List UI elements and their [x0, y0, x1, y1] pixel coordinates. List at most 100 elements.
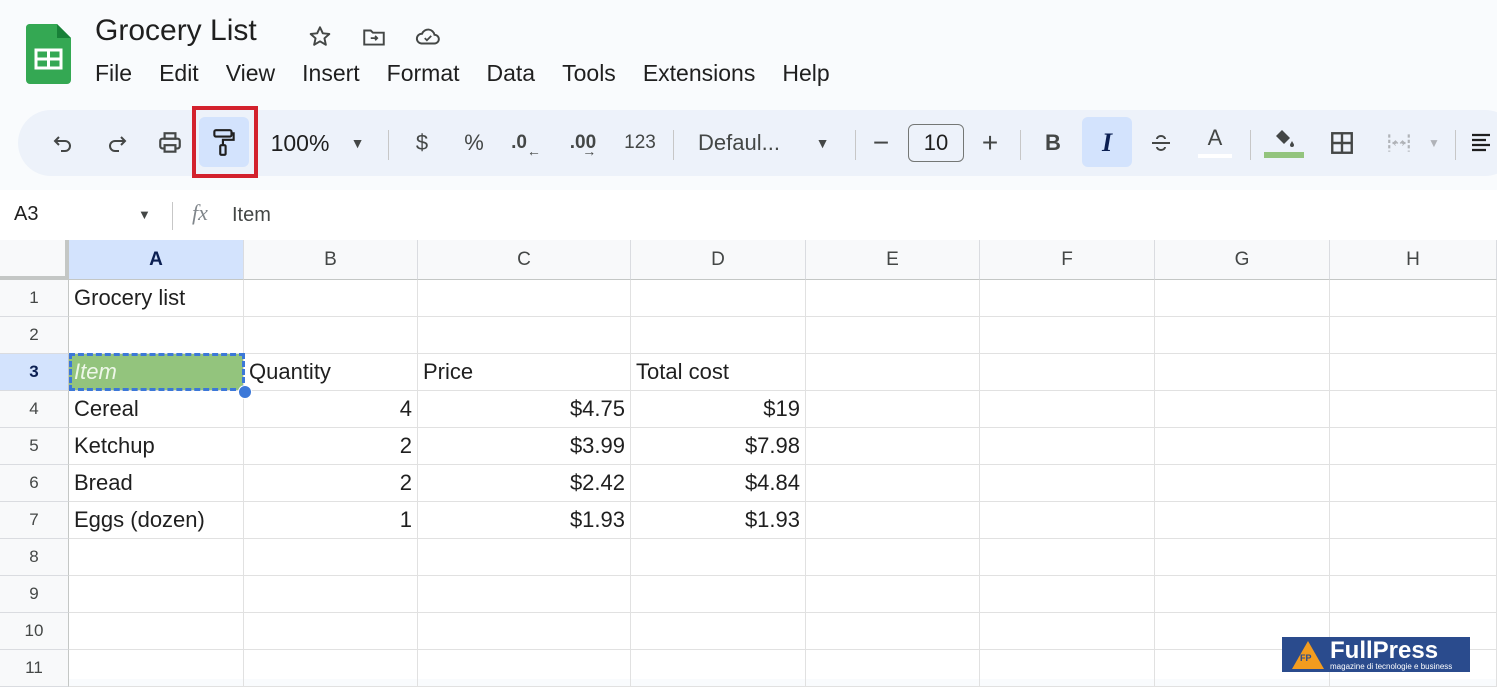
cell-d4[interactable]: $19: [631, 391, 806, 428]
cell-d1[interactable]: [631, 280, 806, 317]
cell-a6[interactable]: Bread: [69, 465, 244, 502]
cell-b3[interactable]: Quantity: [244, 354, 418, 391]
cell-d7[interactable]: $1.93: [631, 502, 806, 539]
cell-h5[interactable]: [1330, 428, 1497, 465]
column-header-h[interactable]: H: [1330, 240, 1497, 280]
cell-a8[interactable]: [69, 539, 244, 576]
menu-extensions[interactable]: Extensions: [643, 60, 756, 87]
cell-f8[interactable]: [980, 539, 1155, 576]
row-header-4[interactable]: 4: [0, 391, 69, 428]
cell-c8[interactable]: [418, 539, 631, 576]
cloud-saved-icon[interactable]: [411, 20, 445, 54]
row-header-1[interactable]: 1: [0, 280, 69, 317]
cell-g5[interactable]: [1155, 428, 1330, 465]
row-header-3[interactable]: 3: [0, 354, 69, 391]
percent-button[interactable]: %: [460, 110, 488, 176]
formula-input[interactable]: Item: [232, 204, 271, 227]
name-box[interactable]: A3: [14, 203, 38, 226]
cell-d8[interactable]: [631, 539, 806, 576]
cell-f2[interactable]: [980, 317, 1155, 354]
row-header-7[interactable]: 7: [0, 502, 69, 539]
cell-d11[interactable]: [631, 650, 806, 687]
menu-file[interactable]: File: [95, 60, 132, 87]
cell-g8[interactable]: [1155, 539, 1330, 576]
cell-f9[interactable]: [980, 576, 1155, 613]
cell-c6[interactable]: $2.42: [418, 465, 631, 502]
row-header-10[interactable]: 10: [0, 613, 69, 650]
font-dropdown-icon[interactable]: ▼: [810, 110, 835, 176]
text-color-button[interactable]: A: [1198, 108, 1232, 174]
cell-e8[interactable]: [806, 539, 980, 576]
cell-b11[interactable]: [244, 650, 418, 687]
cell-c11[interactable]: [418, 650, 631, 687]
fill-handle[interactable]: [238, 385, 252, 399]
cell-a7[interactable]: Eggs (dozen): [69, 502, 244, 539]
cell-a5[interactable]: Ketchup: [69, 428, 244, 465]
row-header-11[interactable]: 11: [0, 650, 69, 687]
cell-d2[interactable]: [631, 317, 806, 354]
cell-a11[interactable]: [69, 650, 244, 687]
font-family-select[interactable]: Defaul...: [698, 110, 798, 176]
zoom-dropdown-icon[interactable]: ▼: [345, 110, 370, 176]
cell-a10[interactable]: [69, 613, 244, 650]
cell-e11[interactable]: [806, 650, 980, 687]
cell-h3[interactable]: [1330, 354, 1497, 391]
cell-f4[interactable]: [980, 391, 1155, 428]
document-title[interactable]: Grocery List: [95, 14, 257, 48]
cell-a1[interactable]: Grocery list: [69, 280, 244, 317]
cell-f5[interactable]: [980, 428, 1155, 465]
row-header-6[interactable]: 6: [0, 465, 69, 502]
fill-color-button[interactable]: [1264, 110, 1304, 176]
cell-d3[interactable]: Total cost: [631, 354, 806, 391]
cell-h1[interactable]: [1330, 280, 1497, 317]
cell-a3[interactable]: Item: [69, 354, 244, 391]
row-header-8[interactable]: 8: [0, 539, 69, 576]
row-header-5[interactable]: 5: [0, 428, 69, 465]
cell-h8[interactable]: [1330, 539, 1497, 576]
cell-c5[interactable]: $3.99: [418, 428, 631, 465]
cell-e6[interactable]: [806, 465, 980, 502]
undo-button[interactable]: [48, 110, 78, 176]
cell-b8[interactable]: [244, 539, 418, 576]
cell-g7[interactable]: [1155, 502, 1330, 539]
decrease-font-size-button[interactable]: −: [868, 110, 894, 176]
cell-f1[interactable]: [980, 280, 1155, 317]
select-all-corner[interactable]: [0, 240, 69, 280]
merge-cells-button[interactable]: [1383, 110, 1415, 176]
cell-g4[interactable]: [1155, 391, 1330, 428]
cell-c4[interactable]: $4.75: [418, 391, 631, 428]
align-button[interactable]: [1466, 110, 1496, 176]
increase-font-size-button[interactable]: +: [977, 110, 1003, 176]
strikethrough-button[interactable]: [1146, 110, 1176, 176]
cell-h2[interactable]: [1330, 317, 1497, 354]
cell-h7[interactable]: [1330, 502, 1497, 539]
bold-button[interactable]: B: [1040, 110, 1066, 176]
italic-button[interactable]: I: [1094, 110, 1120, 176]
cell-a2[interactable]: [69, 317, 244, 354]
sheets-logo-icon[interactable]: [26, 24, 71, 84]
column-header-d[interactable]: D: [631, 240, 806, 280]
column-header-a[interactable]: A: [69, 240, 244, 280]
column-header-f[interactable]: F: [980, 240, 1155, 280]
cell-d5[interactable]: $7.98: [631, 428, 806, 465]
cell-e9[interactable]: [806, 576, 980, 613]
cell-c7[interactable]: $1.93: [418, 502, 631, 539]
redo-button[interactable]: [102, 110, 132, 176]
cell-d9[interactable]: [631, 576, 806, 613]
cell-d10[interactable]: [631, 613, 806, 650]
cell-h6[interactable]: [1330, 465, 1497, 502]
cell-g6[interactable]: [1155, 465, 1330, 502]
cell-b10[interactable]: [244, 613, 418, 650]
column-header-e[interactable]: E: [806, 240, 980, 280]
cell-g9[interactable]: [1155, 576, 1330, 613]
cell-c9[interactable]: [418, 576, 631, 613]
star-icon[interactable]: [303, 20, 337, 54]
cell-f6[interactable]: [980, 465, 1155, 502]
increase-decimal-button[interactable]: .00 →: [562, 110, 604, 176]
cell-e5[interactable]: [806, 428, 980, 465]
cell-e1[interactable]: [806, 280, 980, 317]
cell-a4[interactable]: Cereal: [69, 391, 244, 428]
cell-e4[interactable]: [806, 391, 980, 428]
cell-b1[interactable]: [244, 280, 418, 317]
name-box-dropdown-icon[interactable]: ▼: [138, 207, 151, 222]
